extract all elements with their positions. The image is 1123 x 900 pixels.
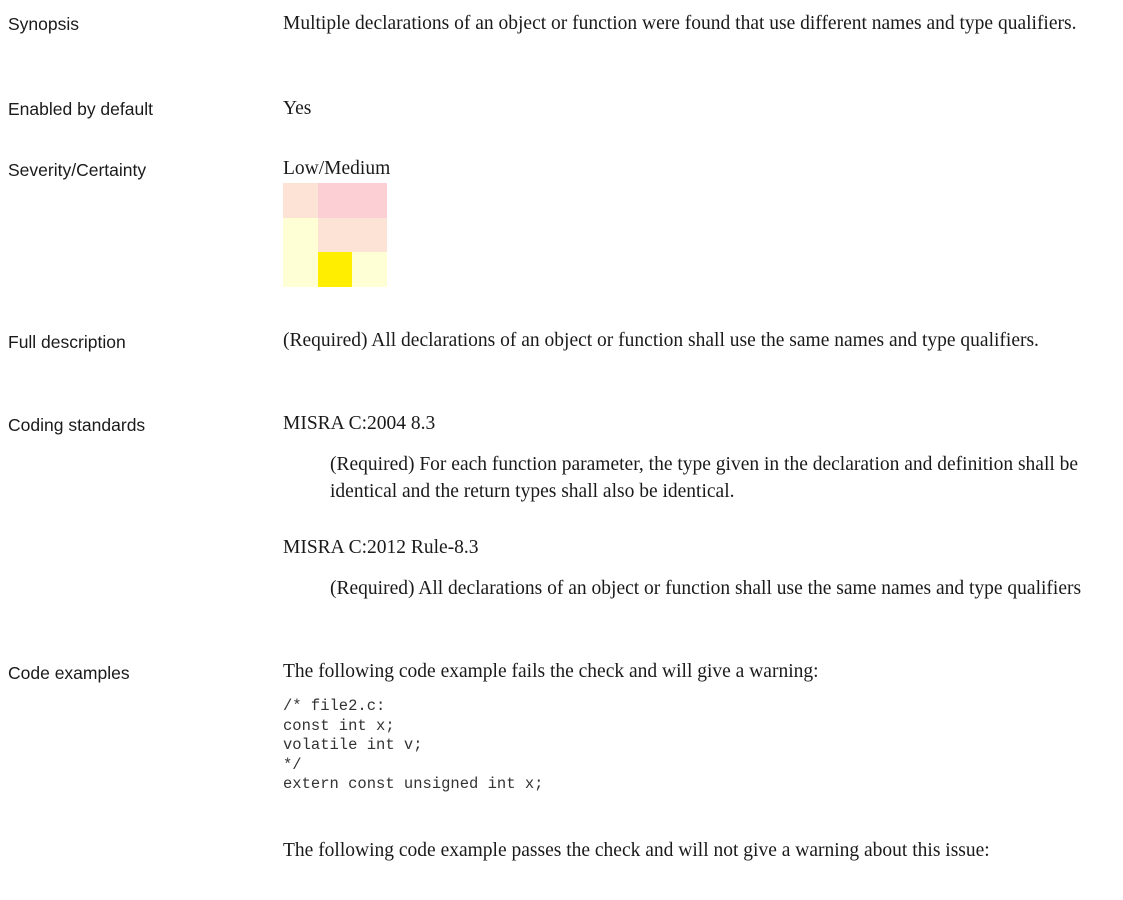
enabled-value: Yes: [283, 98, 312, 119]
matrix-cell: [352, 252, 387, 287]
severity-certainty-matrix: [283, 183, 387, 287]
code-examples-label: Code examples: [8, 663, 130, 683]
matrix-cell: [317, 217, 353, 253]
full-description-text: (Required) All declarations of an object…: [283, 330, 1039, 351]
synopsis-text: Multiple declarations of an object or fu…: [283, 13, 1077, 34]
synopsis-label: Synopsis: [8, 14, 80, 34]
document-page: Synopsis Multiple declarations of an obj…: [0, 0, 1123, 900]
matrix-cell: [317, 252, 353, 287]
matrix-cell: [283, 217, 318, 253]
matrix-cell: [283, 252, 318, 287]
severity-label: Severity/Certainty: [8, 160, 147, 180]
matrix-cell: [317, 183, 353, 218]
pass-example-intro: The following code example passes the ch…: [283, 840, 990, 861]
fail-code-example: /* file2.c: const int x; volatile int v;…: [283, 697, 544, 793]
standard-name: MISRA C:2012 Rule-8.3: [283, 537, 479, 558]
severity-value: Low/Medium: [283, 158, 391, 179]
coding-standards-label: Coding standards: [8, 415, 146, 435]
matrix-cell: [352, 217, 387, 253]
matrix-cell: [352, 183, 387, 218]
standard-name: MISRA C:2004 8.3: [283, 413, 436, 434]
fail-example-intro: The following code example fails the che…: [283, 661, 819, 682]
matrix-cell: [283, 183, 318, 218]
enabled-label: Enabled by default: [8, 99, 153, 119]
full-description-label: Full description: [8, 332, 126, 352]
standard-description: (Required) For each function parameter, …: [330, 454, 1079, 502]
standard-description: (Required) All declarations of an object…: [330, 578, 1082, 599]
